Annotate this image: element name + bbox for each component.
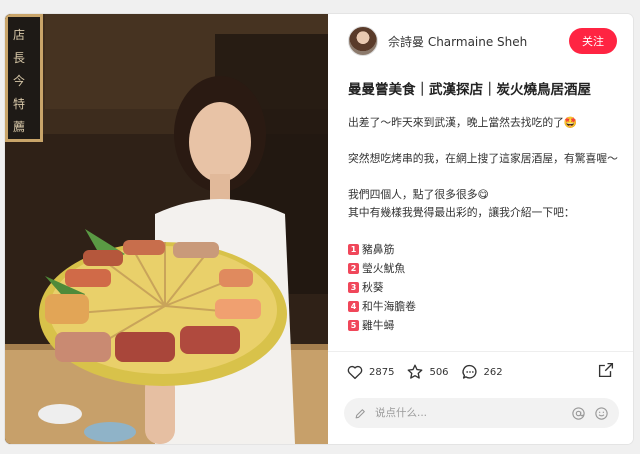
list-item: 3 秋葵 [348,278,619,297]
post-title: 曼曼嘗美食｜武漢探店｜炭火燒鳥居酒屋 [348,82,591,98]
list-item-text: 雞牛蟳 [362,319,395,332]
post-paragraph: 出差了～昨天來到武漢，晚上當然去找吃的了🤩 [348,116,578,129]
post-paragraph: 我們四個人，點了很多很多😋 [348,188,489,201]
author-bar: 佘詩曼 Charmaine Sheh 关注 [348,26,617,56]
list-item-text: 豬鼻筋 [362,243,395,256]
note-viewer: 店 長 今 特 薦 佘詩曼 Charmaine Sheh 关注 曼曼嘗美食｜武漢… [5,14,633,444]
list-item: 2 瑩火魷魚 [348,259,619,278]
svg-text:今: 今 [13,73,25,88]
list-item: 4 和牛海膽卷 [348,297,619,316]
favorite-count: 506 [429,366,449,378]
svg-text:店: 店 [13,28,25,42]
number-badge: 2 [348,263,359,274]
comment-icon [461,363,479,381]
post-paragraph: 其中有幾樣我覺得最出彩的，讓我介紹一下吧： [348,206,575,219]
number-badge: 1 [348,244,359,255]
engagement-bar: 2875 506 262 [346,359,615,385]
share-icon [597,362,615,383]
list-item: 5 雞牛蟳 [348,316,619,335]
favorite-button[interactable]: 506 [406,363,449,381]
number-badge: 3 [348,282,359,293]
comment-box[interactable] [344,398,619,428]
like-button[interactable]: 2875 [346,363,394,381]
smile-icon[interactable] [594,406,609,421]
comment-input[interactable] [373,406,563,420]
author-name[interactable]: 佘詩曼 Charmaine Sheh [388,33,527,50]
post-photo[interactable]: 店 長 今 特 薦 [5,14,328,444]
list-item: 1 豬鼻筋 [348,240,619,259]
divider [328,351,633,352]
post-panel: 佘詩曼 Charmaine Sheh 关注 曼曼嘗美食｜武漢探店｜炭火燒鳥居酒屋… [328,14,633,444]
list-item-text: 秋葵 [362,281,384,294]
avatar[interactable] [348,26,378,56]
svg-text:長: 長 [13,51,25,65]
list-item-text: 和牛海膽卷 [362,300,416,313]
follow-button[interactable]: 关注 [569,28,617,54]
number-badge: 5 [348,320,359,331]
like-count: 2875 [369,366,395,378]
comment-button[interactable]: 262 [461,363,503,381]
content-fade [348,338,619,352]
share-button[interactable] [597,361,615,383]
pencil-icon [354,407,367,420]
post-paragraph: 突然想吃烤串的我，在網上搜了這家居酒屋，有驚喜喔～ [348,152,618,165]
star-icon [406,363,424,381]
list-item-text: 瑩火魷魚 [362,262,406,275]
comment-count: 262 [483,366,503,378]
photo-illustration: 店 長 今 特 薦 [5,14,328,444]
svg-text:特: 特 [13,96,25,111]
at-icon[interactable] [571,406,586,421]
number-badge: 4 [348,301,359,312]
heart-icon [346,363,364,381]
svg-text:薦: 薦 [13,120,25,134]
post-content: 曼曼嘗美食｜武漢探店｜炭火燒鳥居酒屋 出差了～昨天來到武漢，晚上當然去找吃的了🤩… [348,68,619,352]
